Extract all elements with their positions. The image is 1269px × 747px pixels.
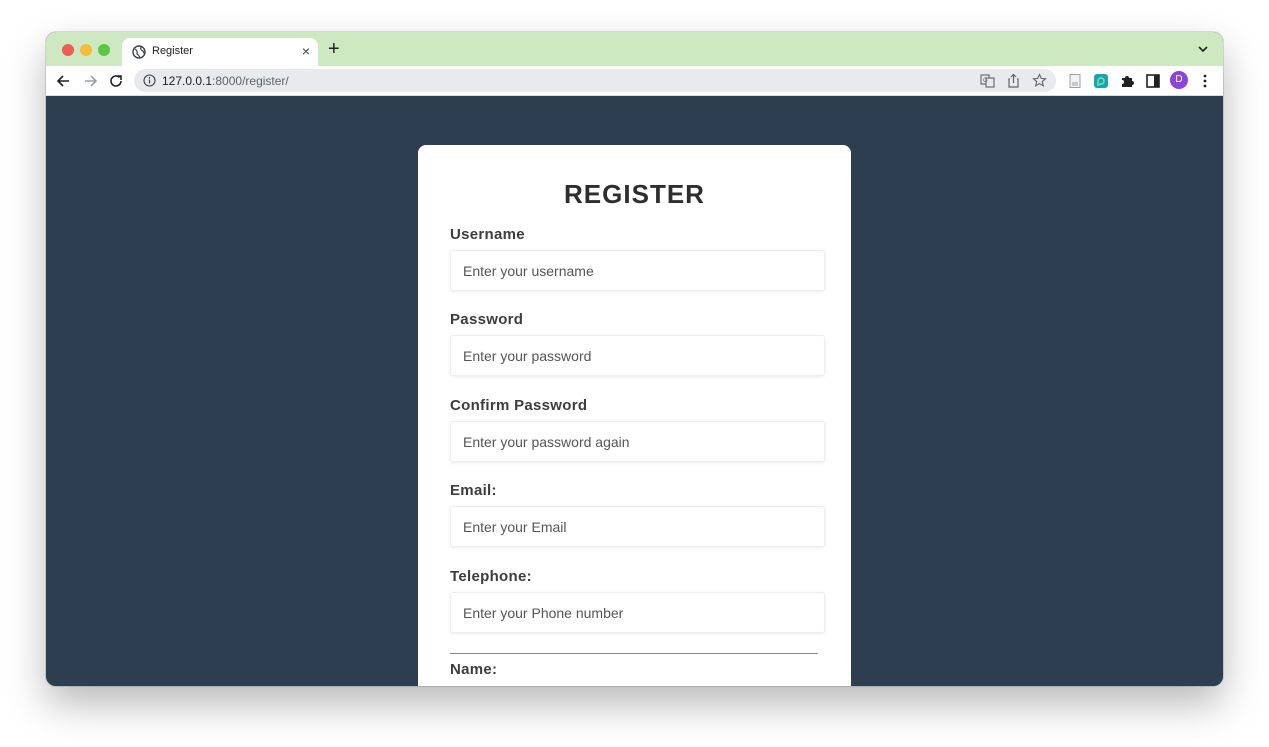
sidepanel-icon[interactable]: [1145, 73, 1161, 89]
close-icon[interactable]: ×: [302, 43, 310, 59]
translate-icon[interactable]: G: [980, 73, 995, 88]
maximize-window-button[interactable]: [98, 44, 110, 56]
plus-icon[interactable]: +: [328, 39, 340, 59]
tab-title: Register: [152, 45, 193, 57]
tab-register[interactable]: Register ×: [122, 38, 318, 66]
share-icon[interactable]: [1006, 73, 1021, 88]
email-field[interactable]: [450, 506, 825, 547]
chevron-down-icon[interactable]: [1197, 43, 1209, 55]
extension-teal-icon[interactable]: [1093, 73, 1109, 89]
close-window-button[interactable]: [62, 44, 74, 56]
address-bar[interactable]: 127.0.0.1:8000/register/ G: [134, 69, 1056, 92]
star-icon[interactable]: [1032, 73, 1047, 88]
url-path: :8000/register/: [212, 74, 289, 88]
reload-icon[interactable]: [107, 72, 125, 90]
password-label: Password: [450, 311, 524, 328]
svg-text:G: G: [983, 78, 988, 84]
password-input[interactable]: [450, 335, 825, 376]
url-host: 127.0.0.1: [162, 74, 213, 88]
browser-toolbar: 127.0.0.1:8000/register/ G D: [46, 66, 1223, 96]
confirm-password-input[interactable]: [450, 421, 825, 462]
page-content: REGISTER Username Password Confirm Passw…: [46, 96, 1223, 686]
minimize-window-button[interactable]: [80, 44, 92, 56]
url-text: 127.0.0.1:8000/register/: [162, 74, 289, 88]
globe-icon: [132, 45, 146, 59]
tab-strip: Register × +: [46, 32, 1223, 66]
telephone-label: Telephone:: [450, 568, 532, 585]
profile-avatar[interactable]: D: [1170, 71, 1188, 89]
profile-initial: D: [1175, 74, 1183, 85]
divider: [450, 653, 818, 654]
forward-arrow-icon[interactable]: [81, 72, 99, 90]
email-label: Email:: [450, 482, 497, 499]
confirm-password-label: Confirm Password: [450, 397, 588, 414]
telephone-input[interactable]: [450, 592, 825, 633]
name-label: Name:: [450, 661, 498, 678]
register-card: REGISTER Username Password Confirm Passw…: [418, 145, 851, 686]
reader-icon[interactable]: [1067, 73, 1083, 89]
kebab-menu-icon[interactable]: [1197, 73, 1213, 89]
info-icon[interactable]: [143, 74, 156, 87]
username-label: Username: [450, 226, 525, 243]
back-arrow-icon[interactable]: [55, 72, 73, 90]
username-input[interactable]: [450, 250, 825, 291]
page-title: REGISTER: [564, 179, 705, 209]
browser-window: Register × + 127.0.0.1:8000/register/ G …: [46, 32, 1223, 686]
puzzle-icon[interactable]: [1119, 73, 1135, 89]
